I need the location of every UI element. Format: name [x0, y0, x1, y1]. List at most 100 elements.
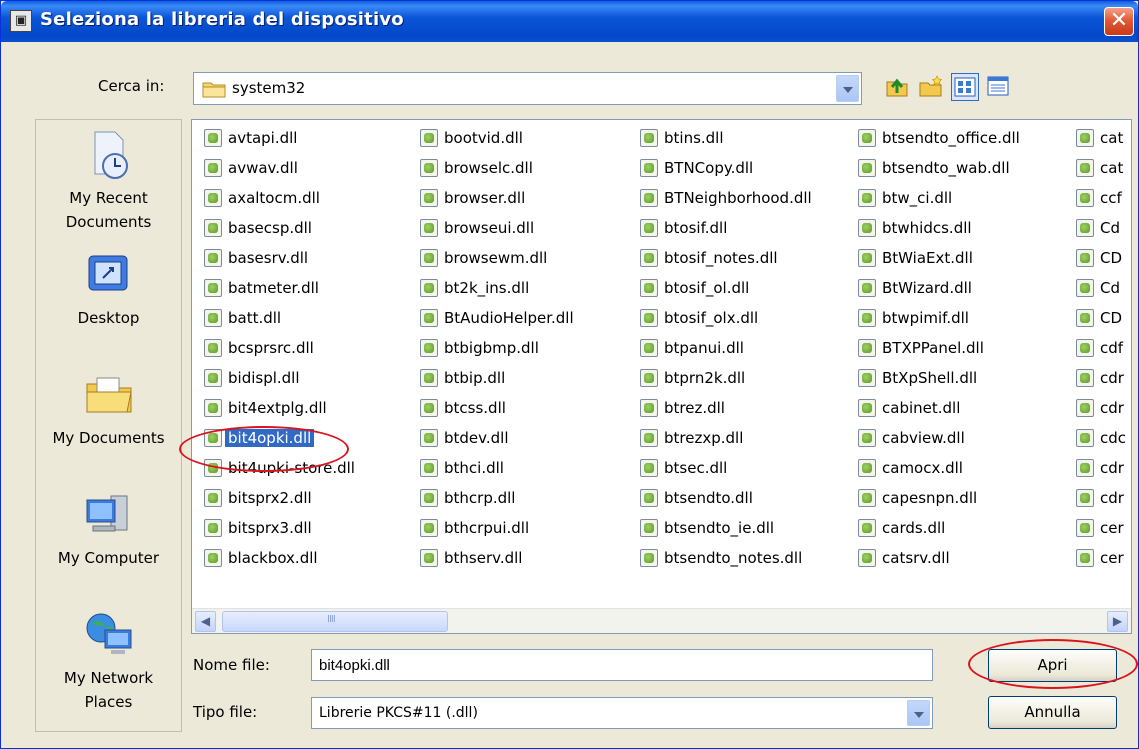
- place-my-computer[interactable]: My Computer: [36, 486, 181, 570]
- file-list-item[interactable]: btbigbmp.dll: [414, 334, 632, 364]
- file-list-item[interactable]: btins.dll: [634, 124, 850, 154]
- file-list-item[interactable]: CD: [1070, 244, 1130, 274]
- file-list-item[interactable]: bthserv.dll: [414, 544, 632, 574]
- file-type-dropdown-button[interactable]: [907, 700, 930, 726]
- file-list-item[interactable]: avtapi.dll: [198, 124, 412, 154]
- view-list-button[interactable]: [951, 73, 979, 101]
- file-list-item[interactable]: BTXPPanel.dll: [852, 334, 1068, 364]
- place-my-network-places[interactable]: My Network Places: [36, 606, 181, 714]
- file-list-item[interactable]: btsec.dll: [634, 454, 850, 484]
- recent-documents-icon: [94, 131, 128, 179]
- file-list-item[interactable]: cabview.dll: [852, 424, 1068, 454]
- file-list-item[interactable]: camocx.dll: [852, 454, 1068, 484]
- file-list-item[interactable]: btosif.dll: [634, 214, 850, 244]
- file-list-item[interactable]: cdr: [1070, 364, 1130, 394]
- look-in-combo[interactable]: system32: [193, 72, 862, 105]
- file-list-item[interactable]: basesrv.dll: [198, 244, 412, 274]
- file-list-item[interactable]: btwpimif.dll: [852, 304, 1068, 334]
- file-name-input[interactable]: [311, 649, 933, 681]
- view-details-button[interactable]: [985, 73, 1013, 101]
- file-list-item[interactable]: basecsp.dll: [198, 214, 412, 244]
- file-list-item[interactable]: btrez.dll: [634, 394, 850, 424]
- file-list-item[interactable]: btwhidcs.dll: [852, 214, 1068, 244]
- file-list-item[interactable]: BTNCopy.dll: [634, 154, 850, 184]
- file-list-item[interactable]: BtAudioHelper.dll: [414, 304, 632, 334]
- file-list-item[interactable]: axaltocm.dll: [198, 184, 412, 214]
- place-my-recent-documents[interactable]: My Recent Documents: [36, 126, 181, 234]
- file-list-item[interactable]: btw_ci.dll: [852, 184, 1068, 214]
- file-list-item[interactable]: CD: [1070, 304, 1130, 334]
- file-list-item[interactable]: btrezxp.dll: [634, 424, 850, 454]
- file-list-item[interactable]: browseui.dll: [414, 214, 632, 244]
- scroll-right-button[interactable]: ▶: [1107, 611, 1128, 632]
- place-desktop[interactable]: Desktop: [36, 246, 181, 330]
- file-list-item[interactable]: btsendto_wab.dll: [852, 154, 1068, 184]
- file-list-item[interactable]: btpanui.dll: [634, 334, 850, 364]
- file-list-item[interactable]: bt2k_ins.dll: [414, 274, 632, 304]
- file-list-item[interactable]: Cd: [1070, 274, 1130, 304]
- file-list-item[interactable]: cdr: [1070, 484, 1130, 514]
- file-list-item[interactable]: btosif_olx.dll: [634, 304, 850, 334]
- title-bar[interactable]: ▣ Seleziona la libreria del dispositivo …: [1, 1, 1138, 42]
- file-list-item[interactable]: bidispl.dll: [198, 364, 412, 394]
- horizontal-scrollbar[interactable]: ◀ ▶: [192, 608, 1131, 633]
- file-list-item[interactable]: cdr: [1070, 454, 1130, 484]
- file-list-item[interactable]: btbip.dll: [414, 364, 632, 394]
- file-list-item[interactable]: browser.dll: [414, 184, 632, 214]
- file-list-item[interactable]: capesnpn.dll: [852, 484, 1068, 514]
- file-list-item[interactable]: browsewm.dll: [414, 244, 632, 274]
- file-list-item[interactable]: bthci.dll: [414, 454, 632, 484]
- file-list-item[interactable]: bit4extplg.dll: [198, 394, 412, 424]
- scroll-left-button[interactable]: ◀: [195, 611, 216, 632]
- file-list-item[interactable]: cat: [1070, 154, 1130, 184]
- file-list-item[interactable]: Cd: [1070, 214, 1130, 244]
- file-list-item[interactable]: btosif_notes.dll: [634, 244, 850, 274]
- file-list-item[interactable]: btsendto.dll: [634, 484, 850, 514]
- file-list-item[interactable]: cards.dll: [852, 514, 1068, 544]
- file-list-item[interactable]: bthcrp.dll: [414, 484, 632, 514]
- dll-file-icon: [204, 489, 222, 507]
- file-list-item[interactable]: batt.dll: [198, 304, 412, 334]
- file-list-item[interactable]: cabinet.dll: [852, 394, 1068, 424]
- file-list-item[interactable]: BTNeighborhood.dll: [634, 184, 850, 214]
- file-list-item[interactable]: ccf: [1070, 184, 1130, 214]
- file-list-item[interactable]: bitsprx3.dll: [198, 514, 412, 544]
- file-list[interactable]: avtapi.dll avwav.dll axaltocm.dll basecsp.d…: [191, 119, 1132, 634]
- place-my-documents[interactable]: My Documents: [36, 366, 181, 450]
- file-list-item[interactable]: btcss.dll: [414, 394, 632, 424]
- file-list-item[interactable]: btsendto_office.dll: [852, 124, 1068, 154]
- file-list-item[interactable]: BtWiaExt.dll: [852, 244, 1068, 274]
- file-type-combo[interactable]: Librerie PKCS#11 (.dll): [311, 697, 933, 729]
- file-list-item[interactable]: catsrv.dll: [852, 544, 1068, 574]
- file-list-item[interactable]: cdf: [1070, 334, 1130, 364]
- file-list-item[interactable]: BtWizard.dll: [852, 274, 1068, 304]
- file-name-text: Cd: [1100, 279, 1120, 297]
- scroll-thumb[interactable]: [222, 611, 448, 632]
- file-list-item[interactable]: btosif_ol.dll: [634, 274, 850, 304]
- file-list-item[interactable]: bootvid.dll: [414, 124, 632, 154]
- file-list-item[interactable]: bitsprx2.dll: [198, 484, 412, 514]
- file-list-item[interactable]: cdc: [1070, 424, 1130, 454]
- close-button[interactable]: ✕: [1104, 7, 1134, 36]
- dll-file-icon: [1076, 219, 1094, 237]
- file-list-item[interactable]: cer: [1070, 514, 1130, 544]
- look-in-dropdown-button[interactable]: [836, 75, 859, 102]
- file-list-item[interactable]: cat: [1070, 124, 1130, 154]
- file-list-item[interactable]: avwav.dll: [198, 154, 412, 184]
- file-list-item[interactable]: cer: [1070, 544, 1130, 574]
- file-list-item[interactable]: bthcrpui.dll: [414, 514, 632, 544]
- cancel-button[interactable]: Annulla: [988, 696, 1117, 729]
- dll-file-icon: [204, 399, 222, 417]
- file-list-item[interactable]: cdr: [1070, 394, 1130, 424]
- file-list-item[interactable]: btdev.dll: [414, 424, 632, 454]
- new-folder-button[interactable]: [917, 73, 945, 101]
- file-list-item[interactable]: btprn2k.dll: [634, 364, 850, 394]
- up-folder-button[interactable]: [883, 73, 911, 101]
- file-list-item[interactable]: btsendto_ie.dll: [634, 514, 850, 544]
- file-list-item[interactable]: blackbox.dll: [198, 544, 412, 574]
- file-list-item[interactable]: btsendto_notes.dll: [634, 544, 850, 574]
- file-list-item[interactable]: batmeter.dll: [198, 274, 412, 304]
- file-list-item[interactable]: BtXpShell.dll: [852, 364, 1068, 394]
- file-list-item[interactable]: browselc.dll: [414, 154, 632, 184]
- file-list-item[interactable]: bcsprsrc.dll: [198, 334, 412, 364]
